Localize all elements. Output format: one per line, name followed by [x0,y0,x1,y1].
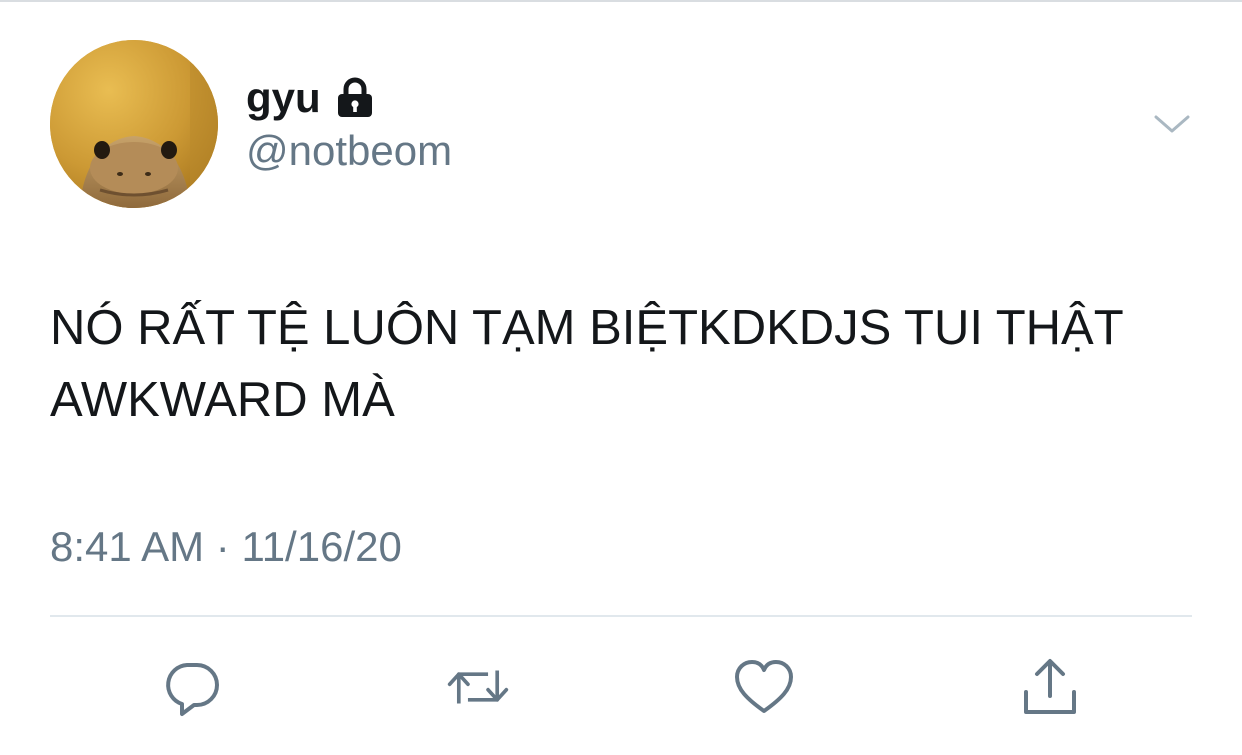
tweet-timestamp: 8:41 AM · 11/16/20 [50,526,402,568]
user-handle[interactable]: @notbeom [246,130,452,172]
action-divider [50,615,1192,617]
like-icon [735,660,793,713]
reply-button[interactable] [160,655,224,719]
display-name[interactable]: gyu [246,77,321,119]
top-border [0,0,1242,2]
meta-separator: · [215,523,230,570]
name-row[interactable]: gyu [246,72,375,124]
tweet-text: NÓ RẤT TỆ LUÔN TẠM BIỆTKDKDJS TUI THẬT A… [50,301,1124,427]
share-icon [1024,659,1076,714]
retweet-button[interactable] [446,655,510,719]
reply-icon [166,663,219,716]
lizard-avatar-image [50,40,218,208]
retweet-icon [447,670,509,704]
user-avatar[interactable] [50,40,218,208]
like-button[interactable] [732,655,796,719]
tweet-date: 11/16/20 [241,523,402,570]
tweet-time: 8:41 AM [50,523,205,570]
lock-icon [335,77,375,119]
share-button[interactable] [1018,655,1082,719]
chevron-down-icon[interactable] [1150,108,1194,138]
